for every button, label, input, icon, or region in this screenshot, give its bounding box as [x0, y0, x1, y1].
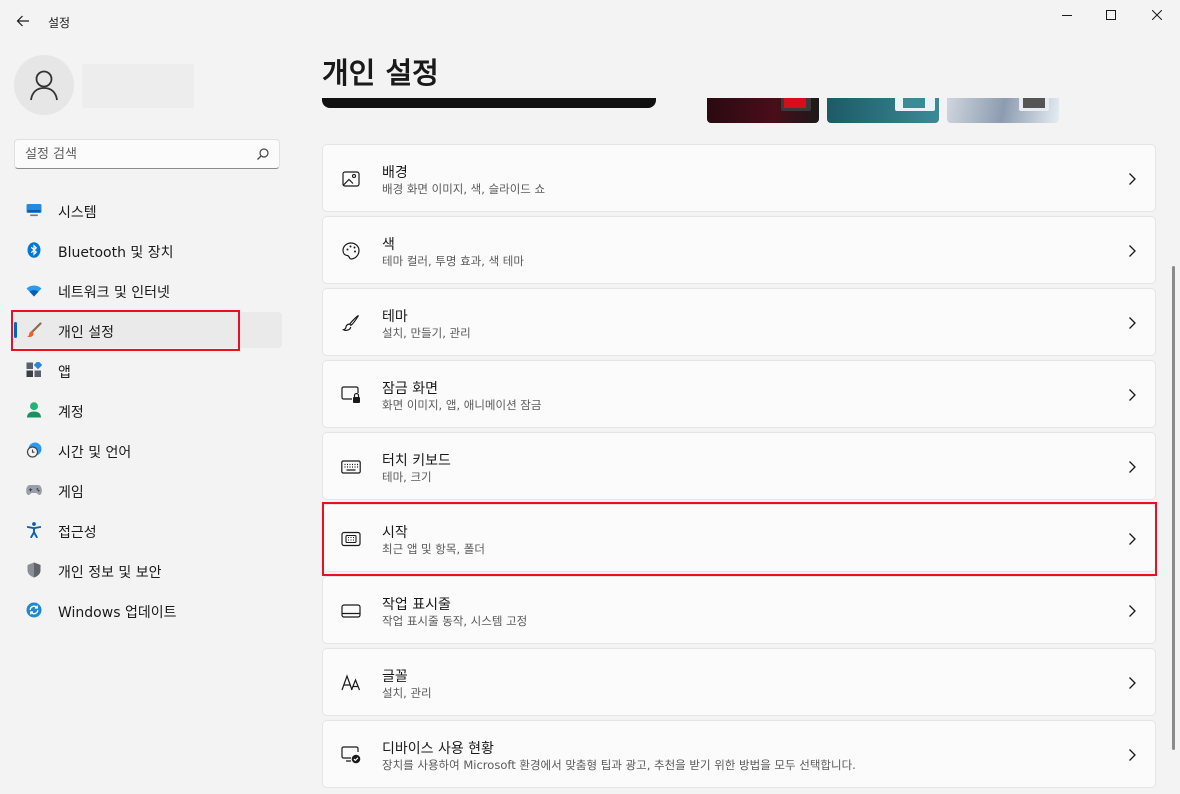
user-name-placeholder	[82, 64, 194, 108]
card-title: 디바이스 사용 현황	[382, 741, 494, 757]
chevron-right-icon	[1129, 173, 1136, 185]
window-title: 설정	[48, 16, 71, 30]
keyboard-icon	[341, 457, 361, 477]
brush-outline-icon	[341, 313, 361, 333]
sidebar-item-gaming[interactable]: 게임	[14, 472, 282, 508]
sidebar-item-bluetooth[interactable]: Bluetooth 및 장치	[14, 232, 282, 268]
sidebar-item-accounts[interactable]: 계정	[14, 392, 282, 428]
sidebar-item-time-language[interactable]: 시간 및 언어	[14, 432, 282, 468]
current-theme-preview[interactable]	[322, 98, 656, 108]
font-icon	[341, 673, 361, 693]
sidebar-item-accessibility[interactable]: 접근성	[14, 512, 282, 548]
card-subtitle: 화면 이미지, 앱, 애니메이션 잠금	[382, 398, 542, 412]
card-subtitle: 장치를 사용하여 Microsoft 환경에서 맞춤형 팁과 광고, 추천을 받…	[382, 758, 856, 772]
accessibility-icon	[26, 522, 42, 538]
sidebar-item-apps[interactable]: 앱	[14, 352, 282, 388]
card-fonts[interactable]: 글꼴 설치, 관리	[322, 648, 1156, 716]
shield-icon	[26, 562, 42, 578]
arrow-left-icon	[16, 15, 29, 27]
chevron-right-icon	[1129, 245, 1136, 257]
card-title: 터치 키보드	[382, 453, 451, 469]
sidebar-item-label: 계정	[58, 405, 84, 421]
card-subtitle: 작업 표시줄 동작, 시스템 고정	[382, 614, 528, 628]
selected-item-highlight	[11, 310, 240, 351]
title-bar: 설정	[0, 0, 1180, 44]
card-title: 잠금 화면	[382, 381, 438, 397]
page-title: 개인 설정	[322, 56, 439, 90]
update-icon	[26, 602, 42, 618]
card-subtitle: 설치, 만들기, 관리	[382, 326, 471, 340]
sidebar-item-label: 개인 정보 및 보안	[58, 565, 162, 581]
card-themes[interactable]: 테마 설치, 만들기, 관리	[322, 288, 1156, 356]
chevron-right-icon	[1129, 749, 1136, 761]
maximize-button[interactable]	[1088, 0, 1134, 30]
card-touch-keyboard[interactable]: 터치 키보드 테마, 크기	[322, 432, 1156, 500]
card-taskbar[interactable]: 작업 표시줄 작업 표시줄 동작, 시스템 고정	[322, 576, 1156, 644]
theme-preview-chip	[895, 98, 935, 111]
chevron-right-icon	[1129, 317, 1136, 329]
close-button[interactable]	[1134, 0, 1180, 30]
sidebar-item-label: 접근성	[58, 525, 97, 541]
theme-thumbnail[interactable]	[947, 98, 1059, 123]
monitor-icon	[26, 202, 42, 218]
sidebar-nav: 시스템 Bluetooth 및 장치 네트워크 및 인터넷 개인 설정 앱 계정…	[14, 192, 282, 632]
sidebar-item-label: Windows 업데이트	[58, 605, 177, 621]
chevron-right-icon	[1129, 605, 1136, 617]
selected-card-highlight	[322, 502, 1157, 576]
avatar[interactable]	[14, 55, 74, 115]
device-usage-icon	[341, 745, 361, 765]
sidebar-item-label: 앱	[58, 365, 71, 381]
card-title: 글꼴	[382, 669, 408, 685]
scrollbar[interactable]	[1172, 266, 1175, 750]
sidebar-item-network[interactable]: 네트워크 및 인터넷	[14, 272, 282, 308]
sidebar-item-label: 게임	[58, 485, 84, 501]
card-title: 테마	[382, 309, 408, 325]
sidebar-item-label: 시스템	[58, 205, 97, 221]
image-icon	[341, 169, 361, 189]
search-icon[interactable]	[256, 147, 270, 161]
maximize-icon	[1106, 10, 1116, 20]
sidebar-item-label: 시간 및 언어	[58, 445, 132, 461]
minimize-icon	[1062, 15, 1072, 16]
card-subtitle: 테마 컬러, 투명 효과, 색 테마	[382, 254, 524, 268]
back-button[interactable]	[10, 8, 36, 34]
sidebar-item-windows-update[interactable]: Windows 업데이트	[14, 592, 282, 628]
settings-list: 배경 배경 화면 이미지, 색, 슬라이드 쇼 색 테마 컬러, 투명 효과, …	[322, 144, 1156, 792]
card-colors[interactable]: 색 테마 컬러, 투명 효과, 색 테마	[322, 216, 1156, 284]
card-device-usage[interactable]: 디바이스 사용 현황 장치를 사용하여 Microsoft 환경에서 맞춤형 팁…	[322, 720, 1156, 788]
theme-preview-chip	[781, 98, 811, 111]
palette-icon	[341, 241, 361, 261]
taskbar-icon	[341, 601, 361, 621]
sidebar-item-label: 네트워크 및 인터넷	[58, 285, 170, 301]
apps-icon	[26, 362, 42, 378]
minimize-button[interactable]	[1044, 0, 1090, 30]
lock-screen-icon	[341, 385, 361, 405]
card-subtitle: 배경 화면 이미지, 색, 슬라이드 쇼	[382, 182, 546, 196]
account-icon	[26, 402, 42, 418]
search-box[interactable]	[14, 139, 280, 169]
theme-thumbnail[interactable]	[707, 98, 819, 123]
chevron-right-icon	[1129, 389, 1136, 401]
chevron-right-icon	[1129, 461, 1136, 473]
chevron-right-icon	[1129, 677, 1136, 689]
card-subtitle: 설치, 관리	[382, 686, 432, 700]
card-subtitle: 테마, 크기	[382, 470, 432, 484]
sidebar-item-privacy[interactable]: 개인 정보 및 보안	[14, 552, 282, 588]
theme-preview-chip	[1019, 98, 1049, 111]
card-background[interactable]: 배경 배경 화면 이미지, 색, 슬라이드 쇼	[322, 144, 1156, 212]
gamepad-icon	[26, 482, 42, 498]
wifi-icon	[26, 282, 42, 298]
card-title: 배경	[382, 165, 408, 181]
card-title: 작업 표시줄	[382, 597, 451, 613]
clock-globe-icon	[26, 442, 42, 458]
card-lock-screen[interactable]: 잠금 화면 화면 이미지, 앱, 애니메이션 잠금	[322, 360, 1156, 428]
person-icon	[30, 70, 58, 101]
bluetooth-icon	[26, 242, 42, 258]
sidebar-item-system[interactable]: 시스템	[14, 192, 282, 228]
search-input[interactable]	[25, 145, 245, 163]
card-title: 색	[382, 237, 395, 253]
theme-thumbnail[interactable]	[827, 98, 939, 123]
close-icon	[1152, 10, 1162, 20]
sidebar-item-label: Bluetooth 및 장치	[58, 245, 174, 261]
